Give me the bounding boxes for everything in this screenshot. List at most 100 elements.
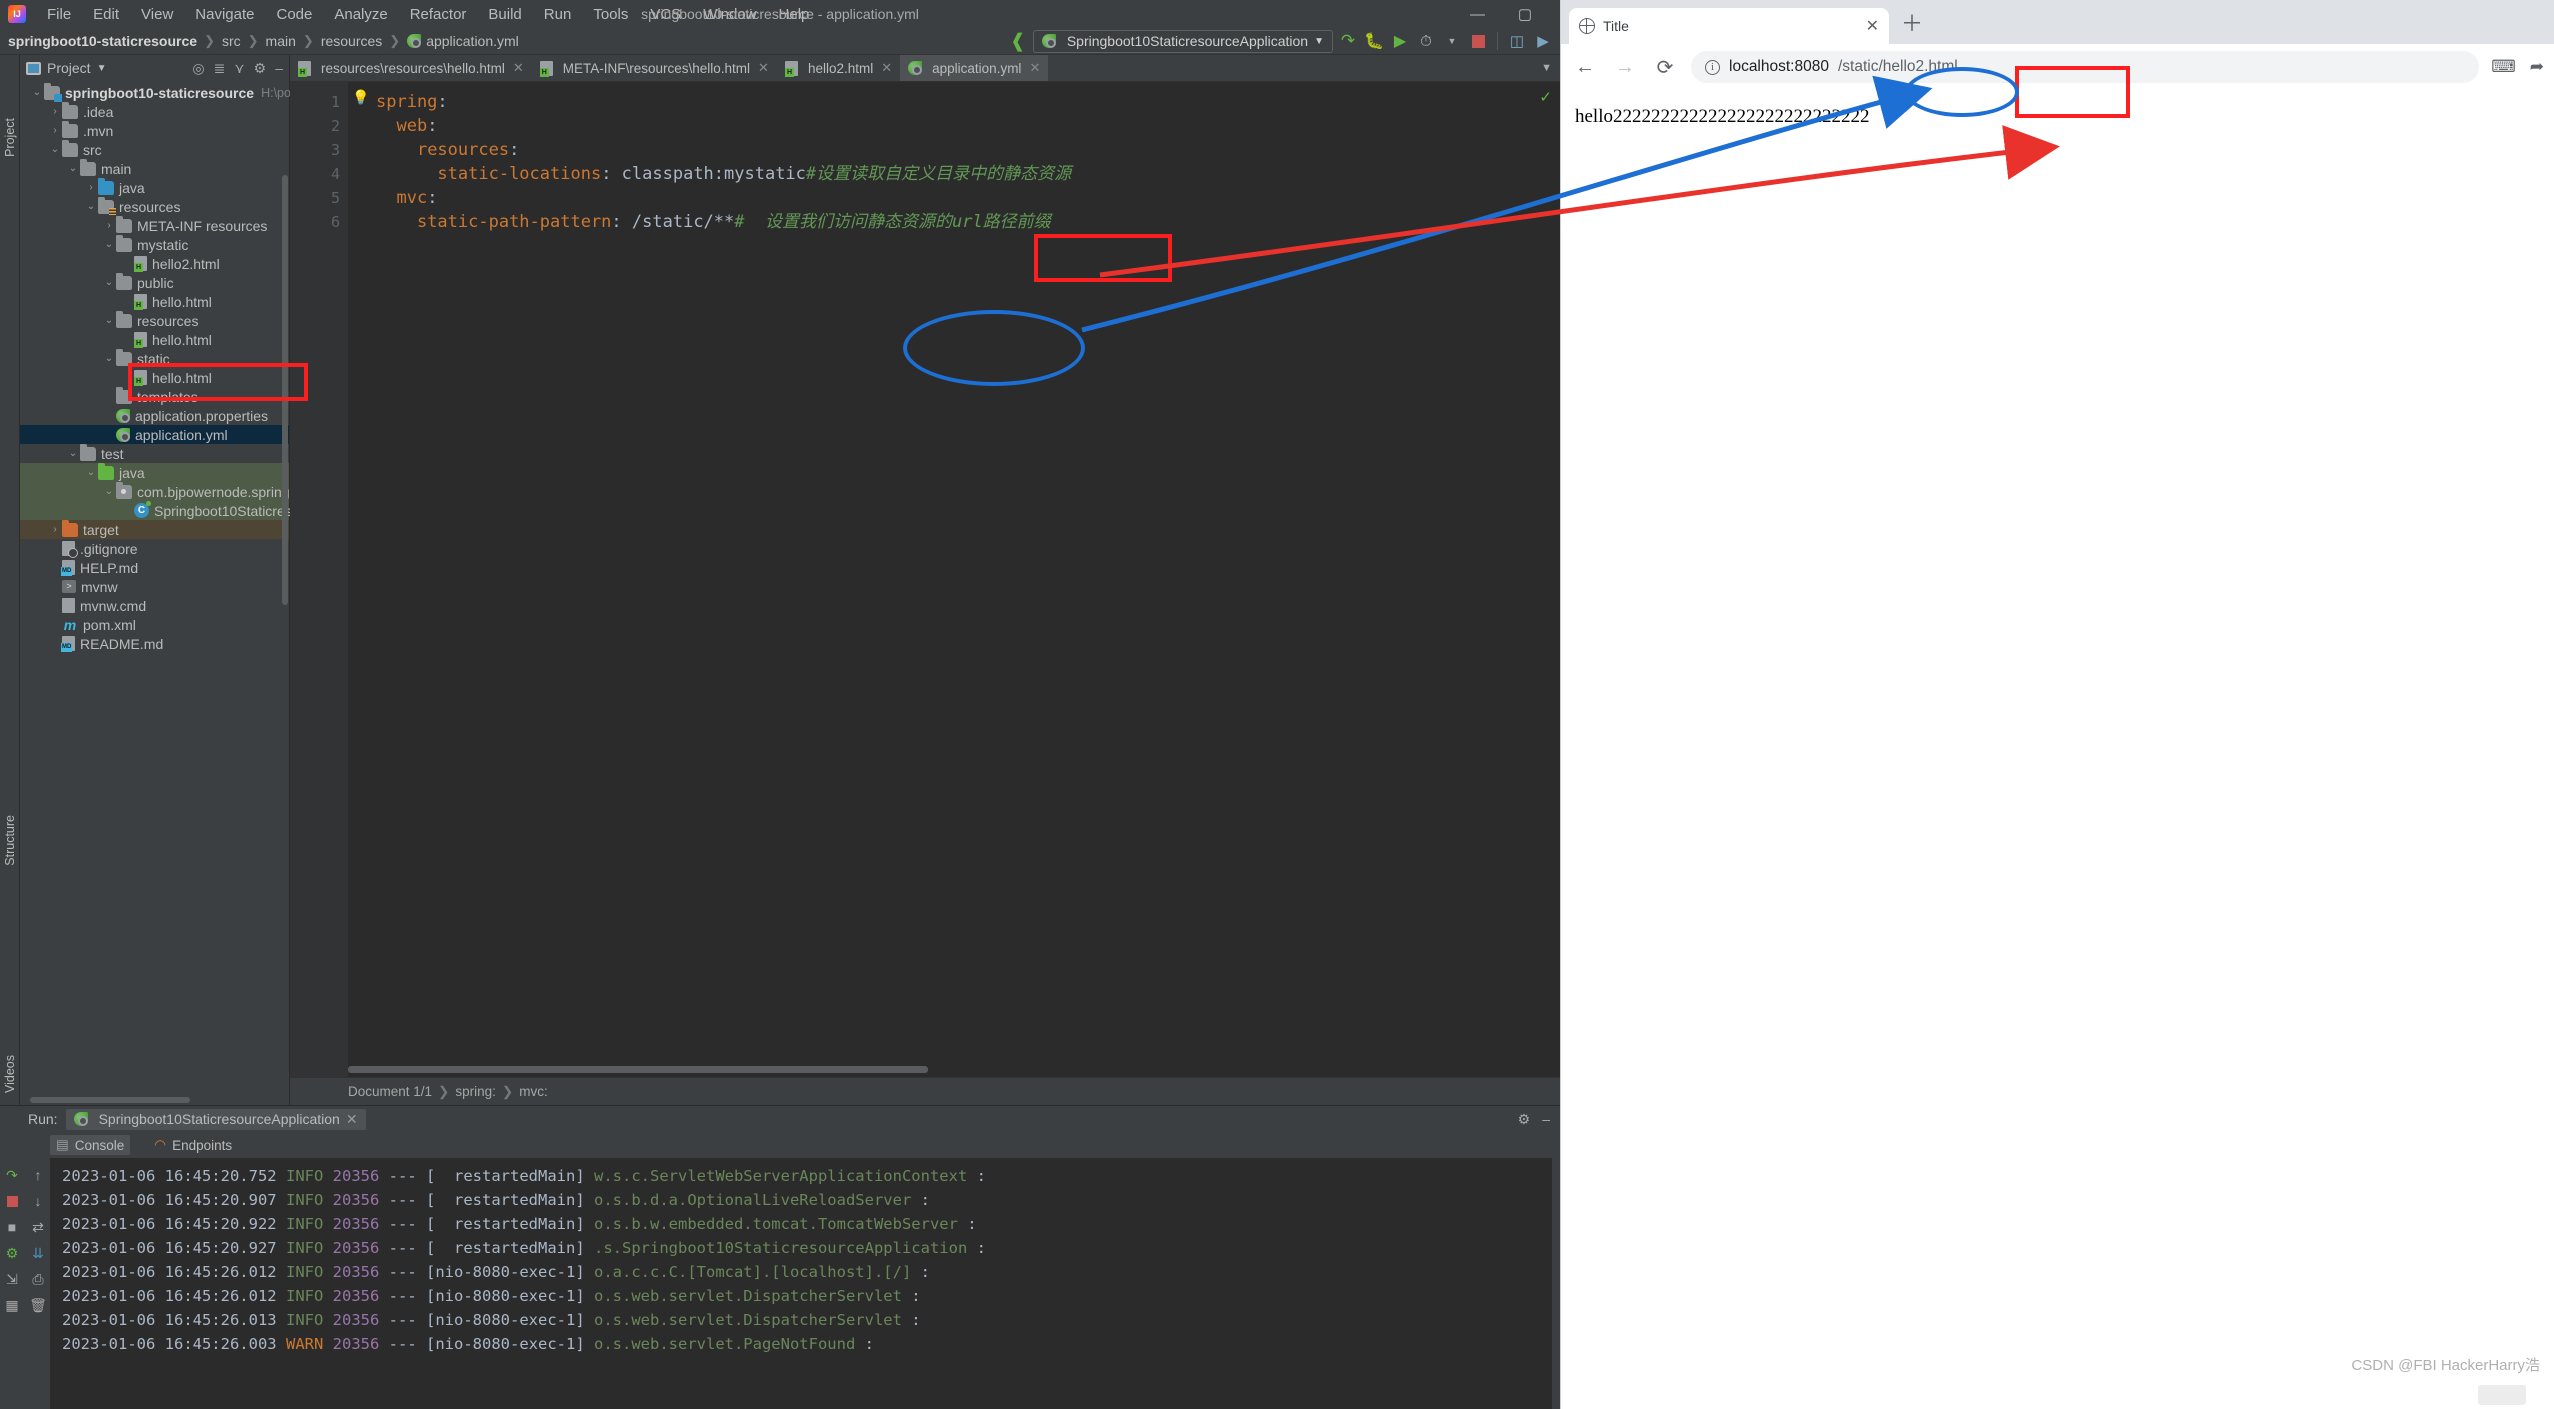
- editor-tab[interactable]: META-INF\resources\hello.html ✕: [532, 55, 777, 81]
- tree-node[interactable]: C Springboot10Staticresource: [20, 501, 327, 520]
- translate-icon[interactable]: ⌨: [2491, 57, 2516, 77]
- tree-node[interactable]: ⌄ mystatic: [20, 234, 289, 254]
- chevron-down-icon[interactable]: ⌄: [30, 87, 44, 98]
- menu-item-window[interactable]: Window: [692, 4, 767, 25]
- tree-node[interactable]: mvnw.cmd: [20, 596, 289, 615]
- breadcrumb-resources[interactable]: resources: [321, 33, 382, 49]
- tree-node[interactable]: templates: [20, 386, 289, 406]
- hide-icon[interactable]: –: [1542, 1111, 1550, 1127]
- export-icon[interactable]: ⇲: [1, 1266, 23, 1292]
- settings-icon[interactable]: ⚙: [1518, 1111, 1531, 1128]
- chevron-right-icon[interactable]: ›: [84, 182, 98, 193]
- editor-tab[interactable]: hello2.html ✕: [777, 55, 900, 81]
- tool-window-project-label[interactable]: Project: [3, 118, 17, 157]
- print-icon[interactable]: ⎙: [27, 1266, 49, 1292]
- tree-node[interactable]: HELP.md: [20, 558, 289, 577]
- locate-icon[interactable]: ◎: [192, 60, 204, 77]
- window-maximize-button[interactable]: ▢: [1518, 0, 1532, 28]
- menu-item-refactor[interactable]: Refactor: [399, 4, 478, 25]
- editor-code-text[interactable]: spring: web: resources: static-locations…: [348, 82, 1560, 1077]
- tree-node[interactable]: ⌄ java: [20, 462, 289, 482]
- chevron-down-icon[interactable]: ⌄: [102, 239, 116, 250]
- tab-console[interactable]: ▤ Console: [50, 1135, 131, 1155]
- code-line[interactable]: web:: [376, 114, 1560, 138]
- chevron-right-icon[interactable]: ›: [48, 125, 62, 136]
- tree-node[interactable]: hello.html: [20, 292, 289, 311]
- breadcrumb-src[interactable]: src: [222, 33, 241, 49]
- tree-node[interactable]: ⌄ com.bjpowernode.springboot1: [20, 481, 325, 501]
- project-tree-horizontal-scrollbar[interactable]: [30, 1097, 190, 1103]
- chevron-right-icon[interactable]: ›: [48, 524, 62, 535]
- build-icon[interactable]: ❰: [1007, 30, 1029, 52]
- rerun-icon[interactable]: ↷: [1, 1162, 23, 1188]
- breadcrumb-spring[interactable]: spring:: [455, 1084, 496, 1099]
- tree-node[interactable]: ⌄ resources: [20, 310, 289, 330]
- address-bar[interactable]: i localhost:8080/static/hello2.html: [1691, 51, 2480, 83]
- console-output[interactable]: 2023-01-06 16:45:20.752 INFO 20356 --- […: [50, 1158, 1552, 1409]
- tree-node[interactable]: ⌄ src: [20, 139, 289, 159]
- profiler-icon[interactable]: ⏱: [1415, 30, 1437, 52]
- tree-node[interactable]: ⌄ static: [20, 348, 289, 368]
- tree-node[interactable]: application.yml: [20, 425, 289, 444]
- browser-tab[interactable]: Title ✕: [1569, 8, 1889, 44]
- breadcrumb-file[interactable]: application.yml: [407, 33, 519, 49]
- chevron-down-icon[interactable]: ⌄: [102, 315, 116, 326]
- menu-item-navigate[interactable]: Navigate: [184, 4, 265, 25]
- chevron-down-icon[interactable]: ⌄: [48, 144, 62, 155]
- tree-node[interactable]: ⌄springboot10-staticresourceH:\power_no: [20, 82, 332, 102]
- code-editor[interactable]: 1 2 3 4 5 6 spring: web: resources: static-lo…: [290, 82, 1560, 1077]
- scroll-up-icon[interactable]: ↑: [27, 1162, 49, 1188]
- chevron-down-icon[interactable]: ▼: [1441, 30, 1463, 52]
- tree-node[interactable]: › META-INF resources: [20, 215, 289, 235]
- code-line[interactable]: resources:: [376, 138, 1560, 162]
- tree-node[interactable]: m pom.xml: [20, 615, 289, 634]
- menu-item-analyze[interactable]: Analyze: [323, 4, 398, 25]
- chevron-down-icon[interactable]: ⌄: [102, 486, 116, 497]
- chevron-down-icon[interactable]: ▼: [97, 63, 107, 74]
- run-with-coverage-icon[interactable]: ▶: [1389, 30, 1411, 52]
- tree-node[interactable]: › .mvn: [20, 120, 289, 140]
- tool-window-structure-label[interactable]: Structure: [3, 815, 17, 866]
- editor-gutter[interactable]: 1 2 3 4 5 6: [290, 82, 348, 1077]
- rerun-icon[interactable]: ↷: [1337, 30, 1359, 52]
- menu-item-code[interactable]: Code: [265, 4, 323, 25]
- close-icon[interactable]: ✕: [346, 1111, 358, 1128]
- menu-item-help[interactable]: Help: [768, 4, 821, 25]
- menu-item-build[interactable]: Build: [477, 4, 532, 25]
- editor-horizontal-scrollbar[interactable]: [348, 1066, 928, 1073]
- scroll-down-icon[interactable]: ↓: [27, 1188, 49, 1214]
- project-tree-vertical-scrollbar[interactable]: [282, 175, 288, 605]
- menu-item-edit[interactable]: Edit: [82, 4, 130, 25]
- tree-node[interactable]: ⌄ public: [20, 272, 289, 292]
- reload-button[interactable]: ⟳: [1651, 55, 1679, 80]
- scroll-to-end-icon[interactable]: ⇊: [27, 1240, 49, 1266]
- forward-button[interactable]: →: [1611, 56, 1639, 79]
- project-structure-icon[interactable]: ◫: [1506, 30, 1528, 52]
- code-line[interactable]: mvc:: [376, 186, 1560, 210]
- editor-tab-overflow[interactable]: ▼: [1541, 55, 1560, 81]
- chevron-down-icon[interactable]: ⌄: [84, 467, 98, 478]
- chevron-down-icon[interactable]: ⌄: [66, 163, 80, 174]
- info-icon[interactable]: i: [1705, 59, 1720, 75]
- screenshot-icon[interactable]: ■: [1, 1214, 23, 1240]
- tree-node[interactable]: ⌄ main: [20, 158, 289, 178]
- chevron-down-icon[interactable]: ⌄: [84, 201, 98, 212]
- close-icon[interactable]: ✕: [758, 60, 769, 76]
- tree-node[interactable]: > mvnw: [20, 577, 289, 596]
- tree-node[interactable]: › target: [20, 519, 289, 539]
- tree-node[interactable]: application.properties: [20, 406, 289, 425]
- soft-wrap-icon[interactable]: ⇄: [27, 1214, 49, 1240]
- collapse-all-icon[interactable]: ≣: [214, 60, 226, 77]
- tree-node[interactable]: › java: [20, 177, 289, 197]
- tool-window-videos-label[interactable]: Videos: [3, 1055, 17, 1093]
- run-configuration-tab[interactable]: Springboot10StaticresourceApplication ✕: [65, 1108, 366, 1130]
- intention-bulb-icon[interactable]: 💡: [352, 86, 369, 110]
- back-button[interactable]: ←: [1571, 56, 1599, 79]
- stop-icon[interactable]: [1, 1188, 23, 1214]
- code-line[interactable]: 💡 static-path-pattern: /static/**# 设置我们访…: [352, 90, 1560, 234]
- chevron-right-icon[interactable]: ›: [102, 220, 116, 231]
- stop-icon[interactable]: [1467, 30, 1489, 52]
- tree-node[interactable]: hello2.html: [20, 254, 289, 273]
- debug-icon[interactable]: 🐛: [1363, 30, 1385, 52]
- tree-node[interactable]: › .idea: [20, 101, 289, 121]
